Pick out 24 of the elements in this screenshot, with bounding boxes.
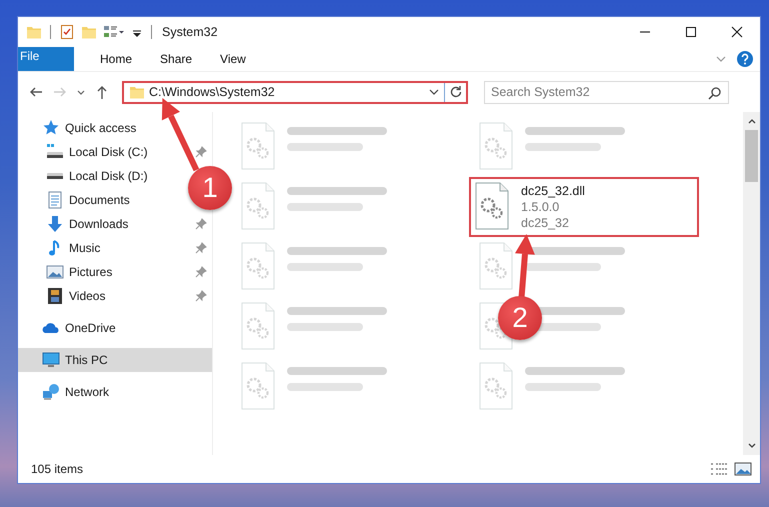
address-path: C:\Windows\System32 [149, 85, 276, 99]
item-count: 105 items [31, 462, 84, 476]
sidebar-item[interactable]: Local Disk (C:) [46, 140, 212, 164]
sidebar-item[interactable]: Music [46, 236, 212, 260]
file-menu-button[interactable]: File [18, 47, 74, 71]
sidebar-item[interactable]: Local Disk (D:) [46, 164, 152, 188]
file-name: dc25_32.dll [521, 184, 585, 198]
ribbon-tab[interactable]: Home [86, 47, 146, 71]
search-field[interactable]: Search System32 [484, 80, 729, 104]
sidebar-item[interactable]: Documents [46, 188, 134, 212]
window-title: System32 [162, 25, 219, 39]
file-detail: dc25_32 [521, 216, 570, 230]
sidebar-item[interactable]: Videos [46, 284, 212, 308]
ribbon-tab[interactable]: View [206, 47, 260, 71]
file-detail: 1.5.0.0 [521, 200, 560, 214]
sidebar-item[interactable]: Pictures [46, 260, 212, 284]
ribbon-tab[interactable]: Share [146, 47, 206, 71]
sidebar-item[interactable]: This PC [18, 348, 212, 372]
file-item[interactable]: dc25_32.dll 1.5.0.0 dc25_32 [469, 177, 699, 237]
sidebar-item[interactable]: Quick access [42, 116, 140, 140]
address-bar[interactable]: C:\Windows\System32 [122, 80, 468, 104]
sidebar-item[interactable]: Downloads [46, 212, 212, 236]
sidebar-item[interactable]: Network [42, 380, 114, 404]
sidebar-item[interactable]: OneDrive [42, 316, 120, 340]
